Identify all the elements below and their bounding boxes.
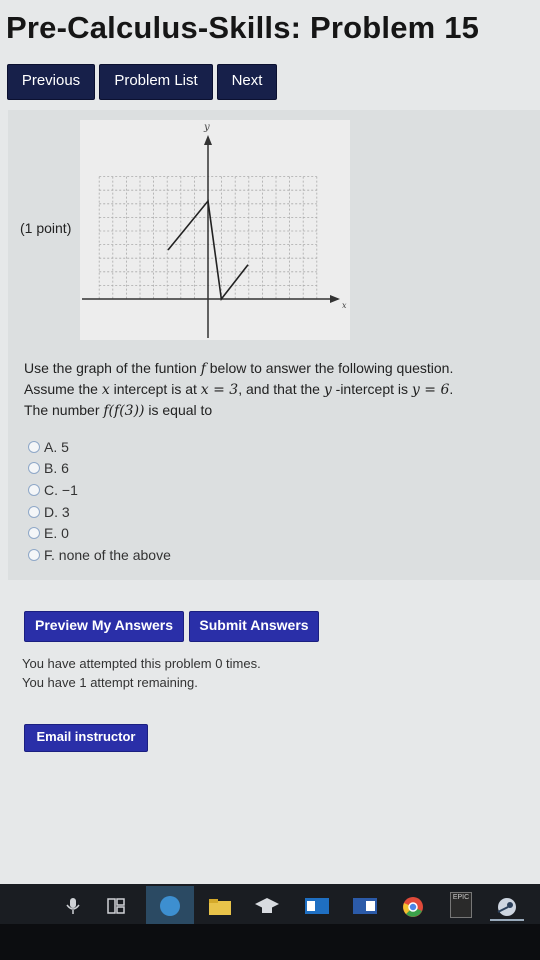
outlook-icon[interactable] [304,896,330,916]
word-icon[interactable] [352,896,378,916]
attempts-remaining: You have 1 attempt remaining. [22,675,198,690]
radio-icon[interactable] [28,440,40,453]
next-button[interactable]: Next [217,64,277,100]
screen-bezel [0,924,540,960]
y-axis-label: y [203,122,210,133]
problem-list-button[interactable]: Problem List [99,64,213,100]
choice-c[interactable]: C. −1 [28,479,171,501]
choice-a[interactable]: A. 5 [28,436,171,458]
x-axis-arrow-icon [330,295,340,303]
microphone-icon[interactable] [64,896,82,916]
radio-icon[interactable] [28,548,40,561]
choice-b[interactable]: B. 6 [28,458,171,480]
function-graph: y x [82,122,347,338]
answer-choices: A. 5 B. 6 C. −1 D. 3 E. 0 F. none of the… [28,436,171,566]
submit-answers-button[interactable]: Submit Answers [189,611,319,642]
steam-active-indicator [490,919,524,921]
choice-e[interactable]: E. 0 [28,522,171,544]
radio-icon[interactable] [28,527,40,540]
attempts-count: You have attempted this problem 0 times. [22,656,261,671]
question-text: Use the graph of the funtion f below to … [24,360,454,419]
chrome-icon[interactable] [402,896,424,918]
active-app-tile[interactable] [146,886,194,924]
preview-answers-button[interactable]: Preview My Answers [24,611,184,642]
steam-icon[interactable] [494,896,520,918]
epic-games-icon[interactable]: EPIC [450,892,472,918]
file-explorer-icon[interactable] [208,896,232,916]
x-axis-label: x [342,301,347,310]
point-value: (1 point) [20,220,72,236]
previous-button[interactable]: Previous [7,64,95,100]
edge-browser-icon [160,896,180,916]
page-title: Pre-Calculus-Skills: Problem 15 [6,10,480,45]
attempts-info: You have attempted this problem 0 times.… [22,654,261,692]
graduation-cap-icon[interactable] [254,896,280,916]
task-view-icon[interactable] [106,896,126,916]
email-instructor-button[interactable]: Email instructor [24,724,148,752]
y-axis-arrow-icon [204,135,212,145]
radio-icon[interactable] [28,505,40,518]
choice-d[interactable]: D. 3 [28,501,171,523]
radio-icon[interactable] [28,462,40,475]
choice-f[interactable]: F. none of the above [28,544,171,566]
radio-icon[interactable] [28,483,40,496]
